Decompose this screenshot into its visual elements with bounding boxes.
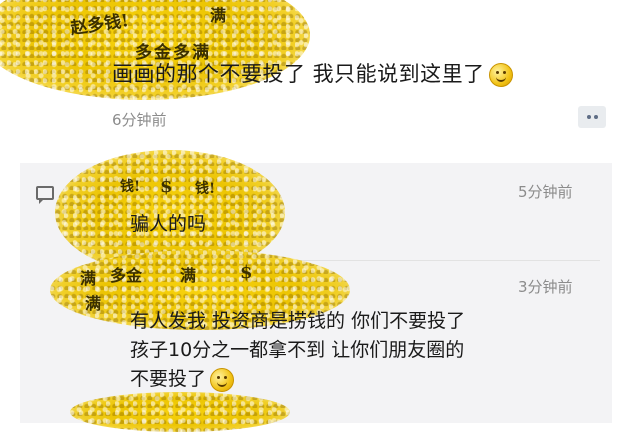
main-comment-text: 画画的那个不要投了 我只能说到这里了 (112, 62, 485, 86)
reply-1-time: 5分钟前 (518, 183, 573, 201)
smiley-emoji-icon (210, 367, 235, 392)
reply-2-time: 3分钟前 (518, 278, 573, 296)
doodle-text-reply-5: 多金 (110, 266, 143, 285)
doodle-text-reply-4: 满 (80, 269, 97, 288)
reply-2-line-2: 孩子10分之一都拿不到 让你们朋友圈的 (130, 339, 465, 361)
doodle-text-reply-7: $ (240, 262, 253, 283)
reply-1-text: 骗人的吗 (130, 213, 207, 235)
glitter-sticker-bottom (70, 392, 290, 432)
doodle-text-top-2: 满 (210, 6, 227, 25)
reply-2-text: 有人发我 投资商是捞钱的 你们不要投了 孩子10分之一都拿不到 让你们朋友圈的 … (130, 307, 465, 394)
doodle-text-reply-1: 钱! (120, 179, 141, 195)
more-dots-icon (586, 115, 591, 119)
main-comment-time: 6分钟前 (112, 111, 167, 129)
doodle-text-reply-6: 满 (180, 266, 197, 285)
doodle-text-reply-2: $ (160, 176, 173, 197)
smiley-emoji-icon (488, 63, 513, 87)
reply-2-line-1: 有人发我 投资商是捞钱的 你们不要投了 (130, 310, 466, 332)
main-comment: 画画的那个不要投了 我只能说到这里了 (112, 58, 513, 88)
doodle-text-reply-8: 满 (85, 294, 102, 313)
more-options-button[interactable] (578, 106, 606, 128)
reply-2-line-3: 不要投了 (130, 365, 465, 394)
doodle-text-reply-3: 钱! (195, 181, 216, 197)
comment-bubble-icon (36, 186, 54, 204)
